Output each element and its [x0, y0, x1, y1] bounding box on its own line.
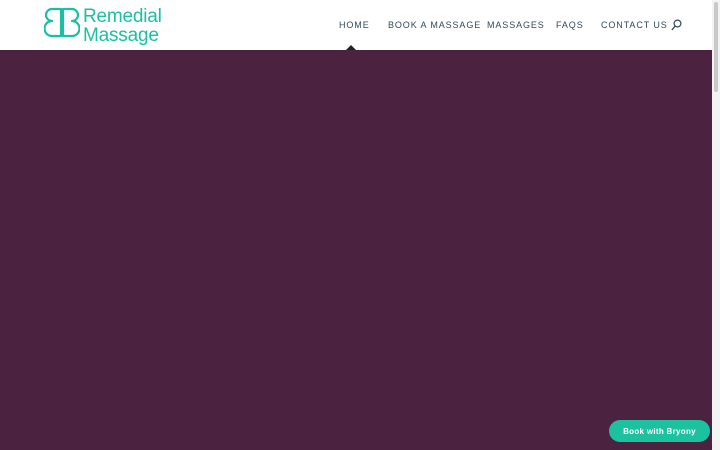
- nav-book-a-massage[interactable]: BOOK A MASSAGE: [388, 19, 481, 31]
- nav-faqs[interactable]: FAQS: [556, 19, 584, 31]
- nav-home[interactable]: HOME: [339, 19, 370, 31]
- hero-banner: [0, 50, 712, 450]
- scrollbar-thumb[interactable]: [714, 2, 718, 92]
- site-header: Remedial Massage HOME BOOK A MASSAGE MAS…: [0, 0, 712, 50]
- nav-massages[interactable]: MASSAGES: [487, 19, 545, 31]
- book-with-bryony-button[interactable]: Book with Bryony: [609, 420, 710, 442]
- nav-contact-us[interactable]: CONTACT US: [601, 19, 668, 31]
- search-icon[interactable]: [671, 19, 682, 31]
- main-nav: HOME BOOK A MASSAGE MASSAGES FAQS CONTAC…: [0, 0, 712, 50]
